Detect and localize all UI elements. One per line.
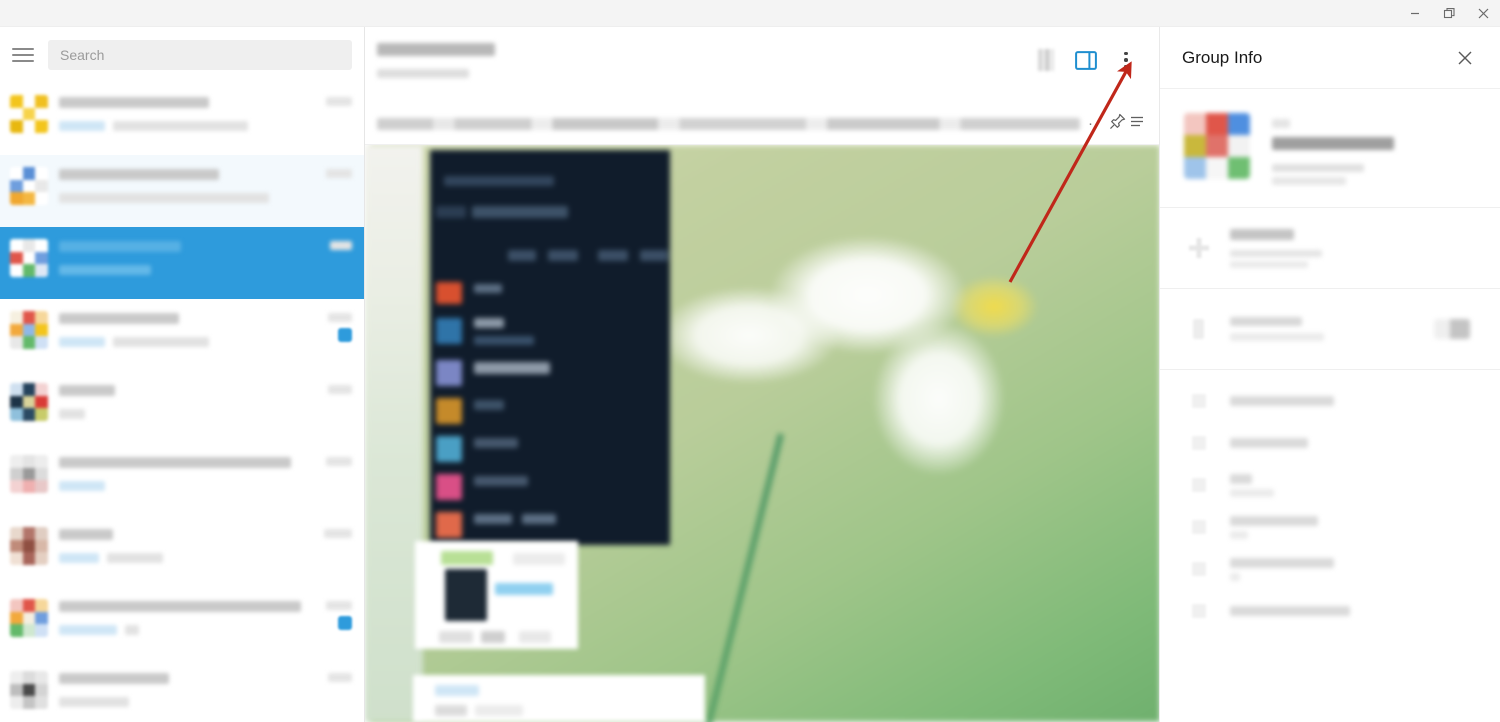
unread-badge (338, 328, 352, 342)
conversation-meta (308, 93, 352, 106)
conversation-text (59, 597, 301, 635)
conversation-meta (308, 309, 352, 342)
add-member-label (1230, 228, 1476, 268)
overflow-menu-icon[interactable] (1109, 43, 1143, 77)
conversation-text (59, 669, 297, 707)
conversation-item[interactable] (0, 587, 364, 659)
conversation-text (59, 381, 297, 419)
list-icon[interactable] (1129, 113, 1145, 134)
conversation-item[interactable] (0, 659, 364, 722)
pin-icon[interactable] (1108, 112, 1127, 136)
group-menu-label (1230, 557, 1476, 581)
avatar (10, 383, 48, 421)
title-bar (0, 0, 1500, 27)
group-menu-item[interactable] (1184, 464, 1476, 506)
avatar (10, 671, 48, 709)
group-info-panel: Group Info (1160, 27, 1500, 722)
sidebar-search-row: Search (0, 27, 364, 83)
conversation-item[interactable] (0, 227, 364, 299)
conversation-meta (308, 453, 352, 466)
conversation-item[interactable] (0, 299, 364, 371)
conversation-meta (308, 381, 352, 394)
avatar (10, 239, 48, 277)
avatar (10, 167, 48, 205)
notice-ellipsis: ·· (1088, 114, 1100, 132)
group-summary[interactable] (1160, 89, 1500, 208)
add-member-icon (1184, 233, 1214, 263)
menu-icon-5-icon (1184, 554, 1214, 584)
message-card-1[interactable] (415, 541, 578, 649)
unread-badge (338, 616, 352, 630)
more-actions-icon[interactable] (1029, 43, 1063, 77)
notice-actions (1108, 112, 1145, 136)
conversation-text (59, 309, 297, 347)
group-menu-label (1230, 438, 1476, 448)
menu-icon-2-icon (1184, 428, 1214, 458)
group-action-add-member[interactable] (1160, 208, 1500, 289)
chat-header (365, 27, 1159, 99)
group-menu-item[interactable] (1184, 590, 1476, 632)
conversation-text (59, 93, 297, 131)
group-menu-item[interactable] (1184, 422, 1476, 464)
group-info-header: Group Info (1160, 27, 1500, 89)
menu-icon-3-icon (1184, 470, 1214, 500)
avatar (10, 599, 48, 637)
conversation-item[interactable] (0, 83, 364, 155)
conversation-text (59, 237, 297, 275)
dark-screenshot-attachment[interactable] (430, 150, 670, 545)
group-menu-label (1230, 396, 1476, 406)
search-input[interactable]: Search (48, 40, 352, 70)
group-menu-label (1230, 473, 1476, 497)
hamburger-icon[interactable] (8, 40, 38, 70)
group-menu-list (1160, 370, 1500, 632)
minimize-icon[interactable] (1398, 0, 1432, 27)
group-menu-item[interactable] (1184, 380, 1476, 422)
group-menu-item[interactable] (1184, 506, 1476, 548)
avatar[interactable] (1184, 113, 1250, 179)
conversation-list (0, 83, 364, 722)
conversation-item[interactable] (0, 515, 364, 587)
close-icon[interactable] (1452, 45, 1478, 71)
group-setting-row[interactable] (1160, 289, 1500, 370)
conversation-text (59, 165, 297, 203)
avatar (10, 455, 48, 493)
menu-icon-1-icon (1184, 386, 1214, 416)
message-area (365, 145, 1159, 722)
chat-pane: ·· (365, 27, 1160, 722)
chat-toolbar (1029, 41, 1143, 77)
group-name-block (1272, 113, 1476, 185)
group-menu-item[interactable] (1184, 548, 1476, 590)
app-window: Search ·· Group Info (0, 0, 1500, 722)
conversation-meta (308, 525, 352, 538)
avatar (10, 95, 48, 133)
conversation-item[interactable] (0, 443, 364, 515)
chat-title (377, 41, 1019, 78)
avatar (10, 527, 48, 565)
page-title: Group Info (1182, 47, 1263, 67)
message-card-2[interactable] (413, 675, 705, 722)
setting-row-label (1230, 317, 1418, 341)
conversation-meta (308, 237, 352, 250)
restore-icon[interactable] (1432, 0, 1466, 27)
conversation-meta (308, 669, 352, 682)
menu-icon-4-icon (1184, 512, 1214, 542)
conversation-item[interactable] (0, 371, 364, 443)
notice-text (377, 117, 1080, 130)
conversation-item[interactable] (0, 155, 364, 227)
conversation-text (59, 453, 297, 491)
close-icon[interactable] (1466, 0, 1500, 27)
pinned-notice-bar[interactable]: ·· (365, 99, 1159, 145)
toggle-side-panel-icon[interactable] (1069, 43, 1103, 77)
group-menu-label (1230, 606, 1476, 616)
setting-row-icon (1184, 314, 1214, 344)
conversation-meta (308, 597, 352, 630)
menu-icon-6-icon (1184, 596, 1214, 626)
group-menu-label (1230, 515, 1476, 539)
sidebar: Search (0, 27, 365, 722)
avatar (10, 311, 48, 349)
conversation-text (59, 525, 297, 563)
setting-row-toggle[interactable] (1434, 319, 1476, 339)
conversation-meta (308, 165, 352, 178)
